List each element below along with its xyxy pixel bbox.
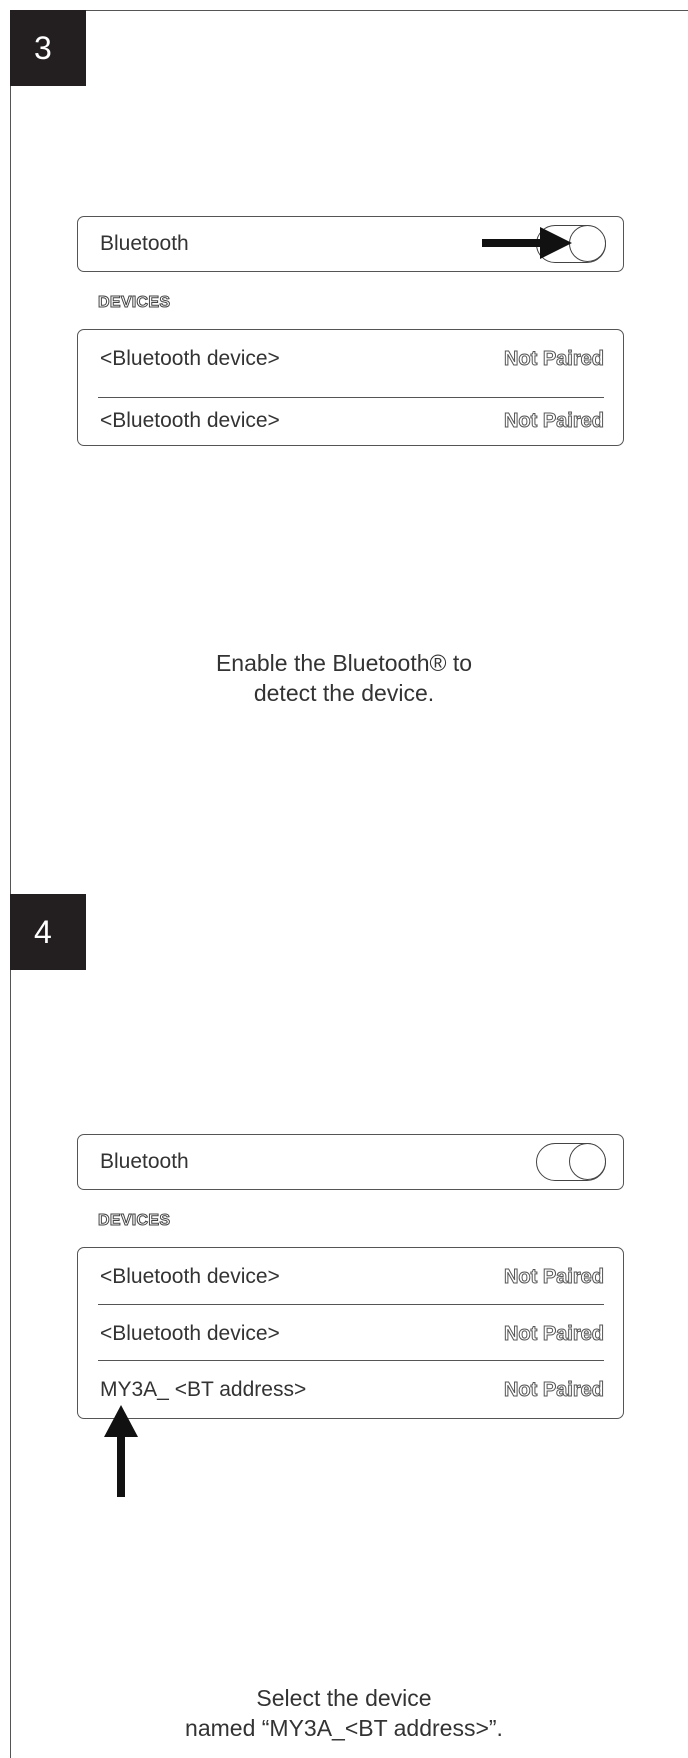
step-caption-line: named “MY3A_<BT address>”. [185, 1715, 503, 1741]
devices-heading: DEVICES [97, 294, 171, 312]
device-name: <Bluetooth device> [100, 347, 280, 370]
step-caption-line: Select the device [256, 1685, 432, 1711]
device-list-item[interactable]: <Bluetooth device> Not Paired [98, 1248, 605, 1304]
step-caption-line: Enable the Bluetooth® to [215, 650, 473, 676]
arrow-right-icon [482, 227, 572, 259]
devices-heading: DEVICES [97, 1212, 171, 1230]
step-number-badge: 4 [10, 894, 86, 970]
device-list-item[interactable]: <Bluetooth device> Not Paired [98, 330, 605, 386]
device-list-item[interactable]: <Bluetooth device> Not Paired [98, 1304, 605, 1361]
frame-left-border [10, 10, 11, 1758]
arrow-up-icon [104, 1405, 138, 1497]
device-name: <Bluetooth device> [100, 1265, 280, 1288]
pairing-status: Not Paired [503, 1379, 604, 1402]
step-caption-line: detect the device. [253, 680, 435, 706]
device-name: <Bluetooth device> [100, 1322, 280, 1345]
pairing-status: Not Paired [503, 1323, 604, 1346]
instruction-page: 3 Bluetooth DEVICES <Bluetooth device> N… [0, 0, 688, 1758]
step-number-badge: 3 [10, 10, 86, 86]
device-list: <Bluetooth device> Not Paired <Bluetooth… [77, 329, 624, 446]
toggle-knob [569, 225, 606, 262]
bluetooth-label: Bluetooth [100, 1150, 189, 1173]
toggle-knob [569, 1143, 606, 1180]
bluetooth-label: Bluetooth [100, 232, 189, 255]
bluetooth-setting-row: Bluetooth [77, 1134, 624, 1190]
pairing-status: Not Paired [503, 348, 604, 371]
device-name: <Bluetooth device> [100, 409, 280, 432]
pairing-status: Not Paired [503, 410, 604, 433]
device-list-item-target[interactable]: MY3A_ <BT address> Not Paired [98, 1360, 605, 1419]
device-list: <Bluetooth device> Not Paired <Bluetooth… [77, 1247, 624, 1419]
frame-top-border [10, 10, 688, 11]
pairing-status: Not Paired [503, 1266, 604, 1289]
device-list-item[interactable]: <Bluetooth device> Not Paired [98, 397, 605, 446]
bluetooth-toggle[interactable] [536, 1143, 606, 1181]
